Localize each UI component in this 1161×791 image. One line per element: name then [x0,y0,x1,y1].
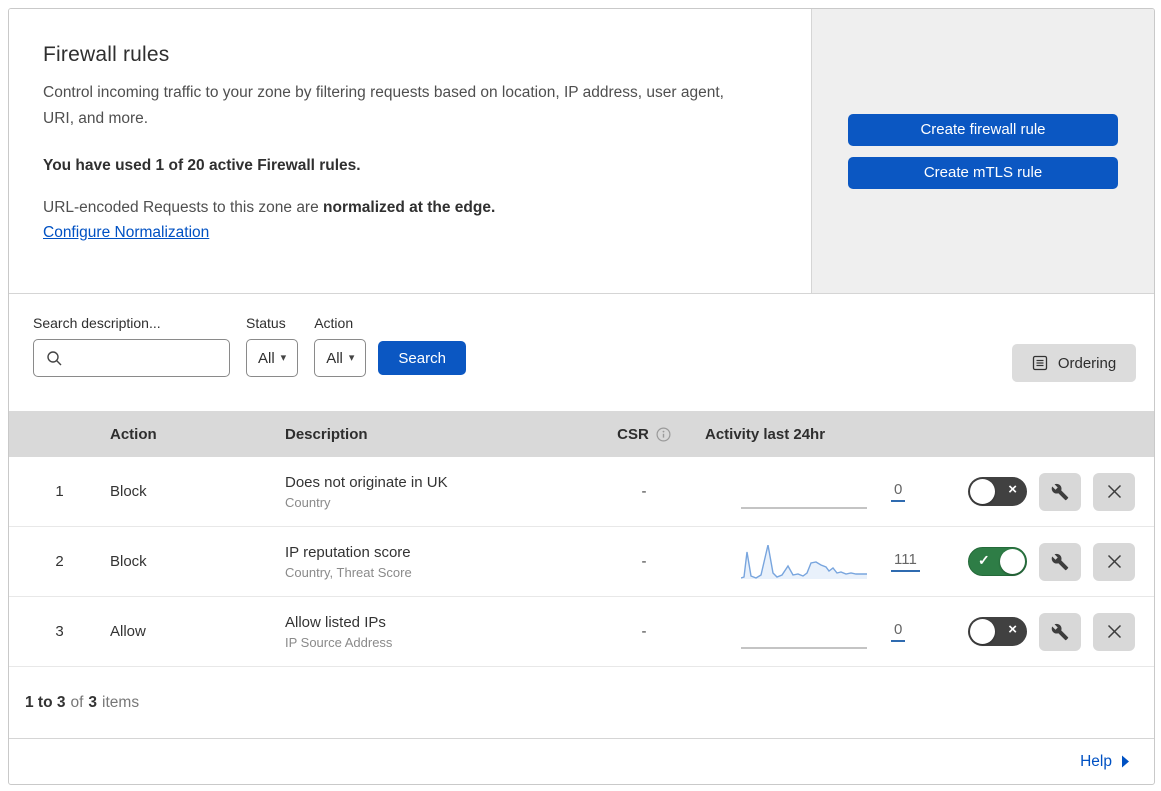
edit-rule-button[interactable] [1039,472,1081,511]
toggle-off-x-icon: × [1008,621,1017,638]
search-input[interactable] [68,341,226,375]
rule-csr-value: - [641,483,647,500]
usage-notice: You have used 1 of 20 active Firewall ru… [43,157,361,175]
toggle-knob [970,619,995,644]
chevron-down-icon: ▾ [280,351,287,364]
table-row: 3 Allow Allow listed IPs IP Source Addre… [9,597,1154,667]
rule-enabled-toggle[interactable]: × [968,617,1027,646]
wrench-icon [1051,553,1069,570]
rule-csr-value: - [641,623,647,640]
description-column-header: Description [285,425,368,443]
close-icon [1107,554,1121,569]
delete-rule-button[interactable] [1093,472,1135,511]
toggle-knob [970,479,995,504]
header-section: Firewall rules Control incoming traffic … [9,9,1154,294]
pagination-summary: 1 to 3 of 3 items [9,667,1154,739]
wrench-icon [1051,483,1069,500]
normalization-text: URL-encoded Requests to this zone are [43,199,324,217]
toggle-off-x-icon: × [1008,481,1017,498]
activity-count-link[interactable]: 111 [891,551,920,572]
rule-description: IP reputation score [285,543,411,561]
edit-rule-button[interactable] [1039,612,1081,651]
rule-csr-value: - [641,553,647,570]
search-icon [47,351,62,366]
rule-fields: Country, Threat Score [285,564,412,580]
delete-rule-button[interactable] [1093,612,1135,651]
rule-description: Does not originate in UK [285,473,448,491]
help-link[interactable]: Help [1080,753,1130,771]
action-dropdown[interactable]: All ▾ [314,339,367,377]
help-bar: Help [9,739,1154,784]
rule-action: Block [110,553,147,570]
activity-count-link[interactable]: 0 [891,481,906,502]
create-mtls-rule-button[interactable]: Create mTLS rule [848,156,1118,189]
action-dropdown-value: All [326,349,343,367]
rule-fields: IP Source Address [285,634,393,650]
csr-column-label: CSR [617,425,649,443]
pagination-of: of [70,693,84,711]
create-firewall-rule-button[interactable]: Create firewall rule [848,113,1118,146]
chevron-down-icon: ▾ [348,351,355,364]
toggle-on-check-icon: ✓ [978,552,990,568]
table-header: Action Description CSR Activity last 24h… [9,411,1154,457]
activity-sparkline [741,544,867,579]
search-label: Search description... [33,315,161,331]
rule-description: Allow listed IPs [285,613,386,631]
close-icon [1107,624,1121,639]
rule-action: Block [110,483,147,500]
actions-panel: Create firewall rule Create mTLS rule [812,9,1154,293]
table-row: 2 Block IP reputation score Country, Thr… [9,527,1154,597]
rule-priority: 2 [55,553,64,570]
help-link-label: Help [1080,752,1112,770]
delete-rule-button[interactable] [1093,542,1135,581]
action-label: Action [314,315,354,331]
activity-column-header: Activity last 24hr [705,425,826,443]
activity-count-link[interactable]: 0 [891,621,906,642]
edit-rule-button[interactable] [1039,542,1081,581]
status-dropdown[interactable]: All ▾ [246,339,299,377]
firewall-rules-card: Firewall rules Control incoming traffic … [8,8,1155,785]
ordering-button[interactable]: Ordering [1012,344,1136,382]
pagination-range: 1 to 3 [25,693,66,711]
rule-action: Allow [110,623,146,640]
search-box [33,339,230,377]
wrench-icon [1051,623,1069,640]
normalization-bold: normalized at the edge. [323,199,496,217]
activity-sparkline [741,615,867,649]
status-label: Status [246,315,286,331]
info-icon[interactable] [656,426,671,442]
header-text-panel: Firewall rules Control incoming traffic … [9,9,812,293]
pagination-items: items [102,693,140,711]
table-row: 1 Block Does not originate in UK Country… [9,457,1154,527]
activity-sparkline [741,475,867,509]
toggle-knob [1000,549,1025,574]
pagination-total: 3 [88,693,98,711]
ordering-button-label: Ordering [1057,354,1117,372]
filter-bar: Search description... Status All ▾ Actio… [9,294,1154,411]
search-button[interactable]: Search [378,341,466,375]
arrow-right-icon [1122,755,1129,768]
status-dropdown-value: All [258,349,275,367]
page-title: Firewall rules [43,43,170,66]
rule-priority: 1 [55,483,64,500]
configure-normalization-link[interactable]: Configure Normalization [43,224,209,242]
rule-enabled-toggle[interactable]: ✓ [968,547,1027,576]
rule-priority: 3 [55,623,64,640]
csr-column-header: CSR [595,426,693,443]
normalization-notice: URL-encoded Requests to this zone are no… [43,199,761,217]
rule-enabled-toggle[interactable]: × [968,477,1027,506]
list-icon [1032,355,1047,371]
page-description: Control incoming traffic to your zone by… [43,84,724,128]
close-icon [1107,484,1121,499]
action-column-header: Action [110,425,157,443]
rule-fields: Country [285,494,331,510]
